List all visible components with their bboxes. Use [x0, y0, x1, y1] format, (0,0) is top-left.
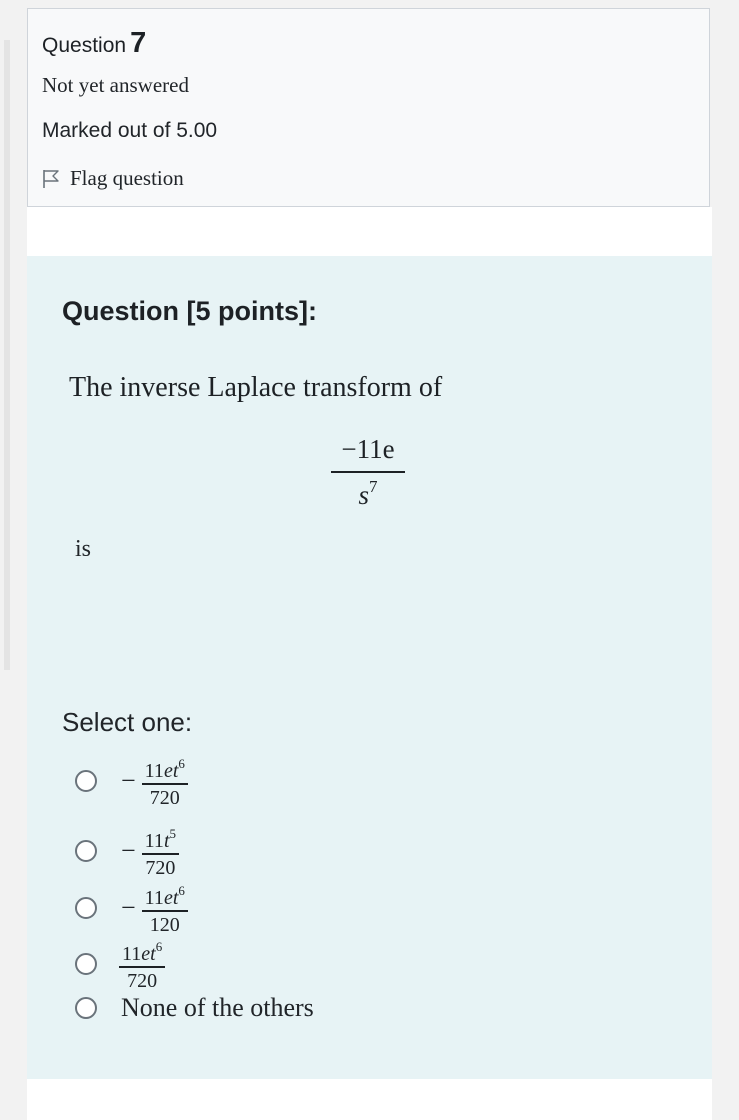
radio-button[interactable]: [75, 839, 97, 862]
num-coefficient: 11: [144, 887, 164, 909]
question-number: 7: [130, 27, 147, 59]
num-variable: et: [163, 887, 179, 909]
answer-option-d[interactable]: 11et6 720: [75, 935, 166, 993]
flag-question-link[interactable]: Flag question: [42, 166, 184, 191]
answer-option-e[interactable]: None of the others: [75, 993, 314, 1023]
negative-sign: −: [121, 765, 136, 795]
question-content-panel: Question [5 points]: The inverse Laplace…: [27, 256, 712, 1079]
answer-fraction: 11et6 120: [141, 879, 188, 937]
num-coefficient: 11: [122, 943, 142, 965]
num-coefficient: 11: [144, 760, 164, 782]
flag-question-label: Flag question: [70, 166, 184, 190]
none-of-the-others-label: None of the others: [121, 993, 314, 1022]
radio-button[interactable]: [75, 769, 97, 792]
num-exponent: 6: [155, 939, 163, 954]
denominator: 120: [149, 913, 180, 936]
answer-option-b[interactable]: − 11t5 720: [75, 822, 179, 880]
negative-sign: −: [121, 892, 136, 922]
denominator: 720: [149, 786, 180, 809]
num-exponent: 6: [178, 756, 185, 771]
is-text: is: [75, 536, 92, 562]
radio-button[interactable]: [75, 896, 97, 919]
radio-button[interactable]: [75, 997, 97, 1019]
num-variable: et: [163, 760, 179, 782]
laplace-expression: −11e s7: [331, 434, 405, 511]
flag-icon: [43, 169, 59, 188]
radio-button[interactable]: [75, 952, 97, 975]
question-heading: Question 7: [42, 27, 146, 60]
num-variable: et: [141, 943, 156, 965]
answer-option-a[interactable]: − 11et6 720: [75, 752, 188, 810]
expression-numerator: −11e: [341, 434, 395, 464]
answer-fraction: 11t5 720: [141, 822, 179, 880]
negative-sign: −: [121, 835, 136, 865]
spacer-strip: [27, 207, 712, 256]
num-exponent: 6: [178, 883, 185, 898]
question-word: Question: [42, 34, 127, 57]
num-coefficient: 11: [144, 830, 164, 852]
answer-fraction: 11et6 720: [141, 752, 188, 810]
num-exponent: 5: [169, 826, 177, 841]
answer-option-c[interactable]: − 11et6 120: [75, 879, 188, 937]
select-one-label: Select one:: [62, 707, 193, 737]
denominator-base: s: [358, 480, 369, 510]
question-info-panel: Question 7 Not yet answered Marked out of…: [27, 8, 710, 207]
bottom-strip: [27, 1079, 712, 1120]
question-state: Not yet answered: [42, 73, 189, 97]
left-rail: [4, 40, 10, 670]
denominator: 720: [127, 969, 158, 992]
points-title: Question [5 points]:: [62, 296, 317, 326]
answer-fraction: 11et6 720: [119, 935, 166, 993]
question-grade: Marked out of 5.00: [42, 119, 218, 142]
question-text: The inverse Laplace transform of: [69, 372, 443, 403]
denominator-exponent: 7: [369, 477, 378, 496]
denominator: 720: [145, 856, 176, 879]
expression-denominator: s7: [358, 473, 377, 511]
